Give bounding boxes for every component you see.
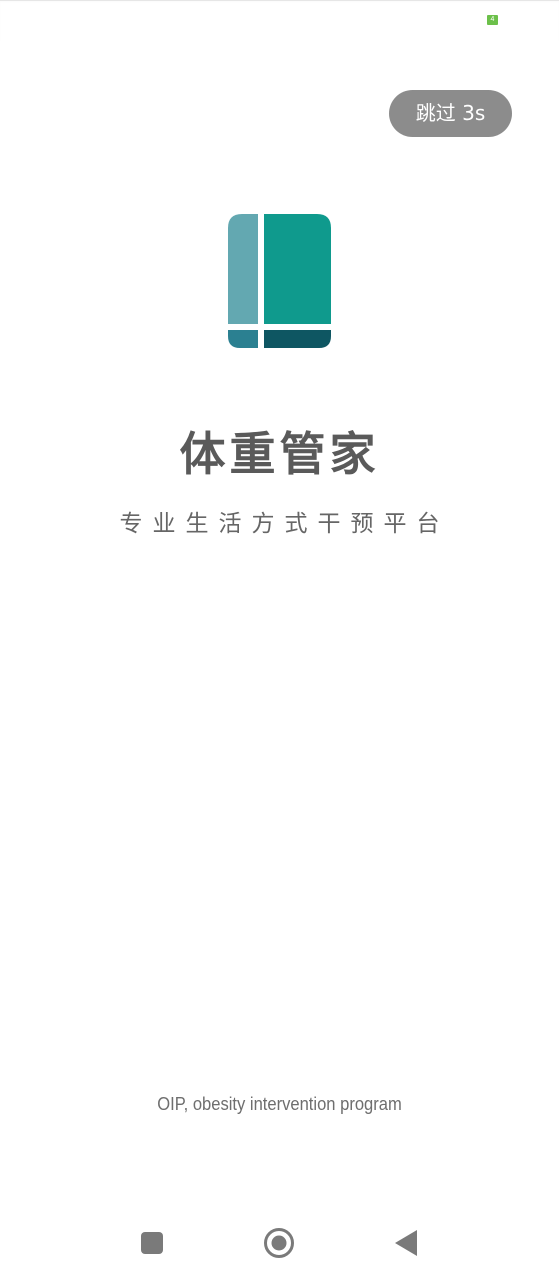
logo-left-panel: [228, 214, 258, 324]
app-subtitle: 专业生活方式干预平台: [119, 511, 450, 537]
recents-square-icon[interactable]: [141, 1232, 163, 1254]
logo-bottom-left: [228, 330, 258, 348]
system-navigation-bar: [0, 1210, 559, 1280]
battery-icon: 4: [487, 15, 498, 25]
logo-bottom-right: [264, 330, 331, 348]
status-bar: 4: [0, 0, 559, 41]
footer-tagline: OIP, obesity intervention program: [157, 1094, 402, 1114]
app-title: 体重管家: [179, 427, 380, 481]
app-logo-icon: [228, 214, 331, 348]
home-circle-icon[interactable]: [263, 1227, 295, 1259]
back-triangle-icon[interactable]: [395, 1230, 417, 1256]
skip-button[interactable]: 跳过 3s: [389, 90, 512, 137]
logo-main-panel: [264, 214, 331, 324]
splash-screen: 4 跳过 3s 体重管家 专业生活方式干预平台 OIP, obesity int…: [0, 0, 559, 1280]
